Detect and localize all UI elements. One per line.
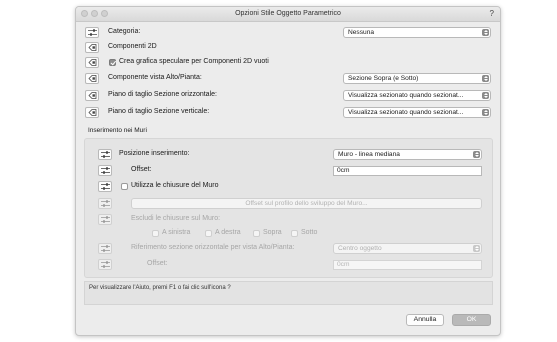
riferimento-style-button[interactable]: [98, 243, 112, 254]
speculare-checkbox[interactable]: [109, 59, 116, 66]
chiusure-checkbox[interactable]: [121, 183, 128, 190]
offset2-style-button[interactable]: [98, 259, 112, 270]
categoria-label: Categoria:: [108, 28, 141, 35]
sliders-icon: [88, 29, 97, 36]
sliders-icon: [101, 261, 110, 268]
riferimento-label: Riferimento sezione orizzontale per vist…: [131, 244, 295, 251]
parametric-icon: [88, 75, 97, 82]
offset-label: Offset:: [131, 166, 152, 173]
window-title: Opzioni Stile Oggetto Parametrico: [235, 10, 341, 17]
vista-select[interactable]: Sezione Sopra (e Sotto): [343, 73, 491, 84]
offset-profilo-button[interactable]: Offset sul profilo dello sviluppo del Mu…: [131, 198, 482, 209]
chiusure-style-button[interactable]: [98, 181, 112, 192]
offset-style-button[interactable]: [98, 165, 112, 176]
piano-vert-value: Visualizza sezionato quando sezionat...: [348, 109, 464, 116]
destra-label: A destra: [215, 229, 241, 236]
piano-orizz-value: Visualizza sezionato quando sezionat...: [348, 92, 464, 99]
ok-button[interactable]: OK: [452, 314, 491, 326]
sotto-checkbox[interactable]: [291, 230, 298, 237]
offset-input[interactable]: 0cm: [333, 166, 482, 176]
parametric-icon: [88, 59, 97, 66]
sliders-icon: [101, 245, 110, 252]
vista-value: Sezione Sopra (e Sotto): [348, 75, 419, 82]
speculare-param-button[interactable]: [85, 57, 99, 68]
help-icon[interactable]: ?: [490, 9, 494, 18]
escludi-label: Escludi le chiusure sul Muro:: [131, 215, 221, 222]
sopra-checkbox[interactable]: [253, 230, 260, 237]
piano-vert-param-button[interactable]: [85, 107, 99, 118]
posizione-value: Muro - linea mediana: [338, 151, 400, 158]
speculare-label: Crea grafica speculare per Componenti 2D…: [119, 58, 269, 65]
dropdown-arrow-icon: [473, 151, 480, 158]
dropdown-arrow-icon: [482, 29, 489, 36]
parametric-icon: [88, 92, 97, 99]
riferimento-value: Centro oggetto: [338, 245, 382, 252]
componenti2d-param-button[interactable]: [85, 42, 99, 53]
piano-vert-select[interactable]: Visualizza sezionato quando sezionat...: [343, 107, 491, 118]
piano-orizz-select[interactable]: Visualizza sezionato quando sezionat...: [343, 90, 491, 101]
title-bar: Opzioni Stile Oggetto Parametrico ?: [76, 7, 500, 22]
riferimento-select[interactable]: Centro oggetto: [333, 243, 482, 254]
categoria-value: Nessuna: [348, 29, 375, 36]
cancel-button[interactable]: Annulla: [406, 314, 444, 326]
sliders-icon: [101, 167, 110, 174]
componenti2d-label: Componenti 2D: [108, 43, 157, 50]
parametric-icon: [88, 44, 97, 51]
sliders-icon: [101, 200, 110, 207]
vista-param-button[interactable]: [85, 73, 99, 84]
parametric-icon: [88, 109, 97, 116]
sinistra-checkbox[interactable]: [152, 230, 159, 237]
posizione-style-button[interactable]: [98, 149, 112, 160]
sliders-icon: [101, 216, 110, 223]
sliders-icon: [101, 183, 110, 190]
offset2-label: Offset:: [147, 260, 168, 267]
help-info-text: Per visualizzare l'Aiuto, premi F1 o fai…: [89, 285, 231, 291]
destra-checkbox[interactable]: [205, 230, 212, 237]
sinistra-label: A sinistra: [162, 229, 191, 236]
options-dialog: Opzioni Stile Oggetto Parametrico ? Cate…: [75, 6, 501, 336]
escludi-style-button[interactable]: [98, 214, 112, 225]
help-info-box: Per visualizzare l'Aiuto, premi F1 o fai…: [84, 281, 493, 305]
categoria-select[interactable]: Nessuna: [343, 27, 491, 38]
posizione-select[interactable]: Muro - linea mediana: [333, 149, 482, 160]
chiusure-label: Utilizza le chiusure del Muro: [131, 182, 219, 189]
piano-vert-label: Piano di taglio Sezione verticale:: [108, 108, 210, 115]
vista-label: Componente vista Alto/Pianta:: [108, 74, 202, 81]
muri-group: Posizione inserimento: Muro - linea medi…: [84, 138, 493, 278]
piano-orizz-label: Piano di taglio Sezione orizzontale:: [108, 91, 217, 98]
sliders-icon: [101, 151, 110, 158]
categoria-style-button[interactable]: [85, 27, 99, 38]
offset2-input[interactable]: 0cm: [333, 260, 482, 270]
sotto-label: Sotto: [301, 229, 318, 236]
piano-orizz-param-button[interactable]: [85, 90, 99, 101]
offset-profilo-style-button[interactable]: [98, 198, 112, 209]
dropdown-arrow-icon: [482, 109, 489, 116]
muri-section-title: Inserimento nei Muri: [88, 127, 147, 134]
dropdown-arrow-icon: [482, 92, 489, 99]
dropdown-arrow-icon: [482, 75, 489, 82]
sopra-label: Sopra: [263, 229, 282, 236]
dropdown-arrow-icon: [473, 245, 480, 252]
posizione-label: Posizione inserimento:: [119, 150, 190, 157]
